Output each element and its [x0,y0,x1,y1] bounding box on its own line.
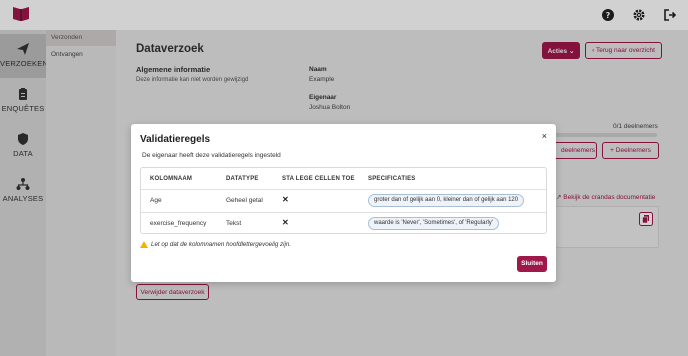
cell-column-name: exercise_frequency [150,220,207,227]
specification-chip: waarde is 'Never', 'Sometimes', of 'Regu… [368,217,499,230]
column-header-kolomnaam: KOLOMNAAM [150,176,193,182]
cell-datatype: Geheel getal [226,197,263,204]
validation-rules-dialog: Validatieregels × De eigenaar heeft deze… [131,124,556,282]
cross-icon: ✕ [282,195,289,204]
dialog-title: Validatieregels [140,134,211,145]
cross-icon: ✕ [282,218,289,227]
close-icon[interactable]: × [542,131,547,141]
dialog-subtitle: De eigenaar heeft deze validatieregels i… [142,152,281,159]
column-header-allow-empty: STA LEGE CELLEN TOE [282,176,355,182]
specification-chip: groter dan of gelijk aan 0, kleiner dan … [368,194,525,207]
table-row: exercise_frequency Tekst ✕ waarde is 'Ne… [141,212,546,234]
column-header-specificaties: SPECIFICATIES [368,176,416,182]
validation-rules-table: KOLOMNAAM DATATYPE STA LEGE CELLEN TOE S… [140,167,547,234]
close-button[interactable]: Sluiten [517,256,547,272]
case-sensitivity-note: Let op dat de kolomnamen hoofdlettergevo… [151,241,291,248]
cell-datatype: Tekst [226,220,242,227]
column-header-datatype: DATATYPE [226,176,259,182]
cell-column-name: Age [150,197,162,204]
table-row: Age Geheel getal ✕ groter dan of gelijk … [141,189,546,211]
warning-icon [140,241,148,248]
